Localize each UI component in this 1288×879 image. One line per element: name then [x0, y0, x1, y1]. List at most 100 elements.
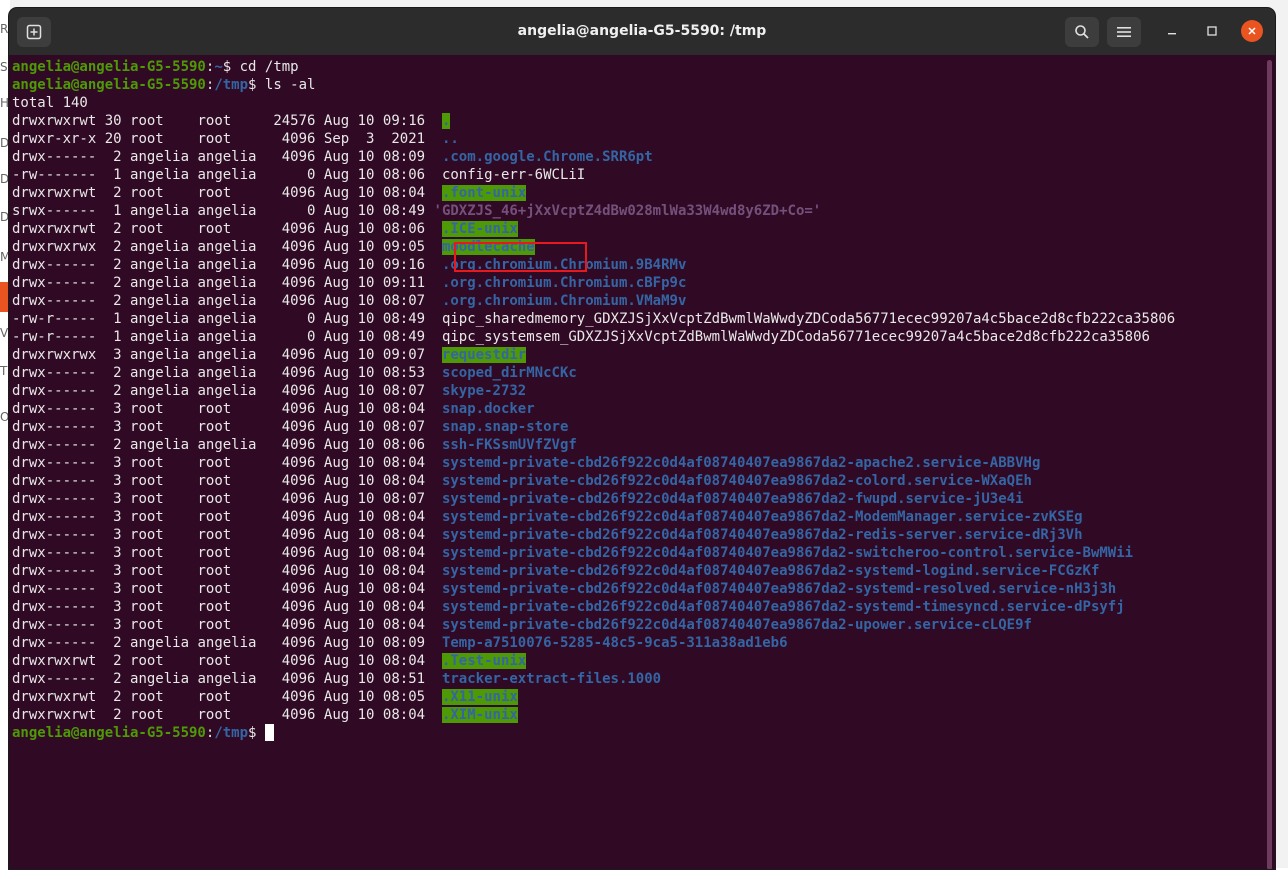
listing-row: drwxrwxrwt 2 root root 4096 Aug 10 08:05… [12, 688, 1263, 706]
owner: root [121, 581, 190, 597]
file-name: config-err-6WCLiI [441, 167, 586, 183]
close-button[interactable] [1241, 20, 1263, 42]
listing-row: drwx------ 2 angelia angelia 4096 Aug 10… [12, 382, 1263, 400]
file-size: 4096 [256, 257, 316, 273]
listing-row: srwx------ 1 angelia angelia 0 Aug 10 08… [12, 202, 1263, 220]
group: angelia [189, 383, 257, 399]
time: 08:05 [374, 689, 426, 705]
link-count: 2 [96, 671, 122, 687]
dir-name: .. [441, 131, 459, 147]
listing-row: drwx------ 3 root root 4096 Aug 10 08:07… [12, 418, 1263, 436]
link-count: 2 [96, 437, 122, 453]
group: root [189, 113, 257, 129]
day: 10 [349, 167, 375, 183]
month: Aug [315, 707, 350, 723]
listing-row: drwx------ 3 root root 4096 Aug 10 08:04… [12, 400, 1263, 418]
day: 10 [349, 563, 375, 579]
maximize-button[interactable] [1201, 20, 1223, 42]
permissions: drwx------ [12, 581, 97, 597]
permissions: drwx------ [12, 635, 97, 651]
month: Aug [315, 635, 350, 651]
month: Aug [315, 221, 350, 237]
file-size: 4096 [256, 221, 316, 237]
link-count: 3 [96, 419, 122, 435]
day: 10 [349, 581, 375, 597]
file-size: 4096 [256, 455, 316, 471]
link-count: 3 [96, 491, 122, 507]
terminal-scrollbar[interactable] [1267, 60, 1272, 869]
day: 10 [349, 599, 375, 615]
group: root [189, 221, 257, 237]
owner: angelia [121, 671, 190, 687]
listing-row: drwx------ 3 root root 4096 Aug 10 08:04… [12, 472, 1263, 490]
owner: root [121, 545, 190, 561]
time: 08:04 [374, 527, 426, 543]
day: 10 [349, 401, 375, 417]
owner: root [121, 509, 190, 525]
listing-row: drwxr-xr-x 20 root root 4096 Sep 3 2021 … [12, 130, 1263, 148]
dir-name: systemd-private-cbd26f922c0d4af08740407e… [441, 455, 1041, 471]
dir-name: systemd-private-cbd26f922c0d4af08740407e… [441, 491, 1024, 507]
month: Aug [315, 383, 350, 399]
day: 10 [349, 419, 375, 435]
dir-name: skype-2732 [441, 383, 527, 399]
dir-name: systemd-private-cbd26f922c0d4af08740407e… [441, 545, 1134, 561]
file-size: 4096 [256, 707, 316, 723]
time: 08:53 [374, 365, 426, 381]
listing-row: drwxrwxrwt 2 root root 4096 Aug 10 08:04… [12, 652, 1263, 670]
permissions: drwx------ [12, 293, 97, 309]
terminal-output[interactable]: angelia@angelia-G5-5590:~$ cd /tmp angeli… [9, 55, 1263, 869]
day: 10 [349, 113, 375, 129]
month: Aug [315, 167, 350, 183]
file-size: 4096 [256, 509, 316, 525]
sticky-dir-name: . [441, 113, 451, 129]
day: 10 [349, 275, 375, 291]
listing-row: drwx------ 2 angelia angelia 4096 Aug 10… [12, 364, 1263, 382]
minimize-button[interactable] [1161, 20, 1183, 42]
time: 08:09 [374, 635, 426, 651]
permissions: drwx------ [12, 671, 97, 687]
prompt-path: ~ [214, 59, 223, 75]
time: 08:09 [374, 149, 426, 165]
prompt-symbol: $ [248, 77, 265, 93]
time: 08:07 [374, 383, 426, 399]
permissions: drwx------ [12, 491, 97, 507]
file-size: 0 [256, 329, 316, 345]
group: root [189, 581, 257, 597]
permissions: drwx------ [12, 563, 97, 579]
dir-name: scoped_dirMNcCKc [441, 365, 577, 381]
sticky-dir-name: .Test-unix [441, 653, 527, 669]
file-size: 4096 [256, 275, 316, 291]
file-size: 4096 [256, 473, 316, 489]
link-count: 2 [96, 293, 122, 309]
search-button[interactable] [1065, 17, 1099, 47]
file-size: 4096 [256, 437, 316, 453]
time: 08:04 [374, 617, 426, 633]
day: 10 [349, 329, 375, 345]
time: 08:04 [374, 563, 426, 579]
link-count: 2 [96, 149, 122, 165]
time: 08:06 [374, 437, 426, 453]
month: Aug [315, 311, 350, 327]
dir-name: .com.google.Chrome.SRR6pt [441, 149, 653, 165]
month: Aug [315, 149, 350, 165]
sticky-dir-name: .X11-unix [441, 689, 518, 705]
day: 10 [349, 149, 375, 165]
permissions: drwxrwxrwt [12, 221, 97, 237]
time: 08:04 [374, 185, 426, 201]
link-count: 1 [96, 329, 122, 345]
file-size: 4096 [256, 635, 316, 651]
file-name: qipc_sharedmemory_GDXZJSjXxVcptZdBwmlWaW… [441, 311, 1176, 327]
listing-row: -rw------- 1 angelia angelia 0 Aug 10 08… [12, 166, 1263, 184]
menu-button[interactable] [1107, 17, 1141, 47]
listing-row: drwx------ 2 angelia angelia 4096 Aug 10… [12, 634, 1263, 652]
month: Aug [315, 545, 350, 561]
permissions: drwx------ [12, 617, 97, 633]
listing-row: drwx------ 3 root root 4096 Aug 10 08:04… [12, 454, 1263, 472]
